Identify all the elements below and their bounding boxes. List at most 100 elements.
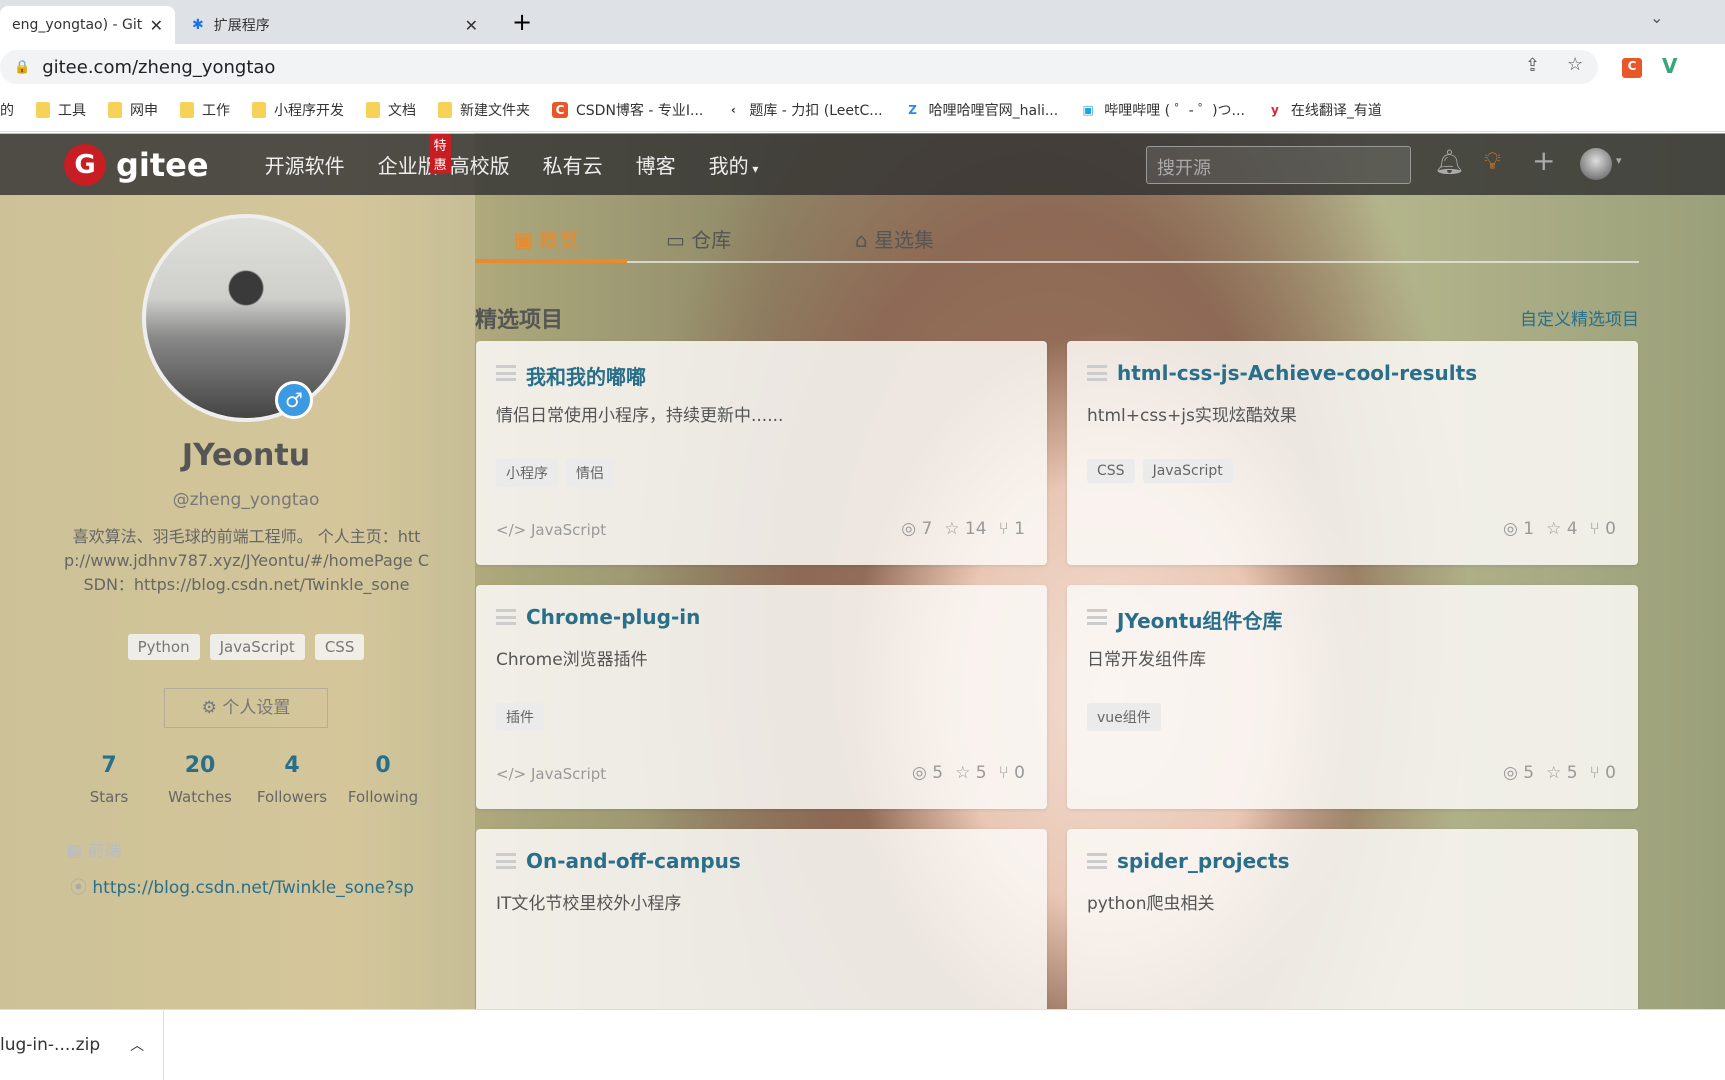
project-title[interactable]: On-and-off-campus (526, 849, 741, 873)
bookmark[interactable]: 文档 (366, 100, 416, 120)
eye-icon: ◎ (1503, 519, 1518, 539)
project-card[interactable]: On-and-off-campus IT文化节校里校外小程序 (476, 829, 1047, 1029)
fork-count[interactable]: ⑂ 1 (999, 519, 1025, 539)
stat-label: Followers (256, 788, 328, 806)
skill-tag[interactable]: Python (127, 634, 200, 660)
drag-handle-icon[interactable] (1087, 853, 1107, 869)
tab-label: 仓库 (691, 228, 732, 252)
project-tag[interactable]: 插件 (496, 703, 544, 731)
stat-stars[interactable]: 7 Stars (64, 753, 154, 806)
drag-handle-icon[interactable] (496, 853, 516, 869)
close-icon[interactable]: ✕ (465, 16, 478, 35)
nav-enterprise[interactable]: 企业版 特惠 (378, 134, 451, 179)
stat-watches[interactable]: 20 Watches (155, 753, 245, 806)
drag-handle-icon[interactable] (496, 365, 516, 381)
watch-count[interactable]: ◎ 5 (912, 763, 943, 783)
search-input[interactable]: 搜开源 (1146, 146, 1411, 184)
close-icon[interactable]: ✕ (150, 16, 163, 35)
address-bar[interactable]: 🔒 gitee.com/zheng_yongtao ⇪ ☆ (0, 50, 1598, 84)
stat-following[interactable]: 0 Following (338, 753, 428, 806)
bookmark[interactable]: Z 哈哩哈哩官网_hali... (905, 100, 1058, 120)
profile-avatar[interactable] (142, 214, 350, 422)
project-desc: Chrome浏览器插件 (496, 650, 648, 670)
nav-blog[interactable]: 博客 (636, 150, 676, 179)
nav-edu[interactable]: 高校版 (450, 150, 510, 179)
watch-count[interactable]: ◎ 7 (901, 519, 932, 539)
tab-star-collections[interactable]: ⌂ 星选集 (855, 224, 934, 253)
skill-tag[interactable]: CSS (314, 634, 365, 660)
drag-handle-icon[interactable] (1087, 365, 1107, 381)
male-gender-icon: ♂ (275, 381, 313, 419)
profile-link[interactable]: ⦿ https://blog.csdn.net/Twinkle_sone?sp (70, 873, 414, 898)
nav-private-cloud[interactable]: 私有云 (543, 150, 603, 179)
customize-featured-link[interactable]: 自定义精选项目 (1500, 305, 1639, 330)
watch-count[interactable]: ◎ 1 (1503, 519, 1534, 539)
project-card[interactable]: html-css-js-Achieve-cool-results html+cs… (1067, 341, 1638, 565)
project-title[interactable]: html-css-js-Achieve-cool-results (1117, 361, 1477, 385)
fork-count[interactable]: ⑂ 0 (1590, 763, 1616, 783)
star-count[interactable]: ☆ 5 (955, 763, 986, 783)
project-card[interactable]: JYeontu组件仓库 日常开发组件库 vue组件 ◎ 5 ☆ 5 ⑂ 0 (1067, 585, 1638, 809)
profile-bio: 喜欢算法、羽毛球的前端工程师。 个人主页：http://www.jdhnv787… (64, 527, 429, 594)
project-tag[interactable]: CSS (1087, 459, 1135, 483)
lightbulb-icon[interactable]: 💡︎ (1484, 147, 1501, 175)
chevron-up-icon[interactable]: ︿ (130, 1035, 144, 1055)
bookmark[interactable]: ▣ 哔哩哔哩 ( ゜- ゜)つ... (1080, 100, 1245, 120)
project-title[interactable]: 我和我的嘟嘟 (526, 361, 646, 390)
tab-gitee[interactable]: eng_yongtao) - Git ✕ (0, 6, 175, 44)
fork-count[interactable]: ⑂ 0 (1590, 519, 1616, 539)
bookmark[interactable]: 工作 (180, 100, 230, 120)
project-title[interactable]: JYeontu组件仓库 (1117, 605, 1282, 634)
skill-tag[interactable]: JavaScript (209, 634, 305, 660)
count: 4 (1566, 519, 1578, 539)
project-tag[interactable]: JavaScript (1142, 459, 1233, 483)
bookmark[interactable]: ‹ 题库 - 力扣 (LeetC... (725, 100, 883, 120)
project-title[interactable]: spider_projects (1117, 849, 1289, 873)
bookmark[interactable]: 小程序开发 (252, 100, 344, 120)
user-avatar[interactable] (1580, 148, 1612, 180)
personal-settings-button[interactable]: ⚙ 个人设置 (164, 688, 328, 728)
bookmark[interactable]: 工具 (36, 100, 86, 120)
tab-extensions[interactable]: ✱ 扩展程序 ✕ (180, 6, 490, 44)
project-card[interactable]: 我和我的嘟嘟 情侣日常使用小程序，持续更新中...... 小程序 情侣 </> Jav… (476, 341, 1047, 565)
nav-open-source[interactable]: 开源软件 (265, 150, 345, 179)
project-tag[interactable]: 小程序 (496, 459, 558, 487)
bell-icon[interactable]: 🔔︎ (1434, 148, 1464, 176)
download-item[interactable]: lug-in-....zip ︿ (0, 1010, 164, 1080)
caret-down-icon[interactable]: ▾ (1616, 154, 1622, 167)
gitee-logo[interactable]: G gitee (64, 143, 209, 186)
project-tag[interactable]: 情侣 (566, 459, 614, 487)
project-title[interactable]: Chrome-plug-in (526, 605, 700, 629)
plus-icon[interactable]: + (1532, 144, 1555, 177)
drag-handle-icon[interactable] (1087, 609, 1107, 625)
bookmark[interactable]: C CSDN博客 - 专业I... (552, 100, 703, 120)
project-card[interactable]: spider_projects python爬虫相关 (1067, 829, 1638, 1029)
project-card[interactable]: Chrome-plug-in Chrome浏览器插件 插件 </> JavaScri… (476, 585, 1047, 809)
tab-overview[interactable]: ▣ 概览 (514, 224, 579, 253)
bookmark[interactable]: y 在线翻译_有道 (1267, 100, 1382, 120)
vue-extension-icon[interactable]: V (1662, 54, 1677, 78)
project-tag[interactable]: vue组件 (1087, 703, 1161, 731)
star-count[interactable]: ☆ 4 (1546, 519, 1577, 539)
new-tab-button[interactable]: + (512, 8, 532, 36)
tab-title: 扩展程序 (213, 18, 270, 34)
nav-mine[interactable]: 我的 ▾ (709, 150, 759, 179)
tab-repos[interactable]: ▭ 仓库 (666, 224, 731, 253)
bookmark[interactable]: 新建文件夹 (438, 100, 530, 120)
count: 0 (1014, 763, 1025, 783)
fork-count[interactable]: ⑂ 0 (999, 763, 1025, 783)
csdn-extension-icon[interactable]: C (1622, 58, 1642, 78)
star-icon: ☆ (955, 763, 971, 783)
watch-count[interactable]: ◎ 5 (1503, 763, 1534, 783)
bookmark-label: 文档 (388, 102, 416, 119)
download-filename: lug-in-....zip (0, 1035, 101, 1055)
stat-followers[interactable]: 4 Followers (247, 753, 337, 806)
star-icon[interactable]: ☆ (1567, 54, 1583, 75)
share-icon[interactable]: ⇪ (1525, 55, 1540, 76)
star-count[interactable]: ☆ 5 (1546, 763, 1577, 783)
tab-search-icon[interactable]: ⌄ (1650, 8, 1663, 27)
drag-handle-icon[interactable] (496, 609, 516, 625)
bookmark[interactable]: 网申 (108, 100, 158, 120)
bookmark[interactable]: 的 (0, 100, 14, 120)
star-count[interactable]: ☆ 14 (944, 519, 986, 539)
